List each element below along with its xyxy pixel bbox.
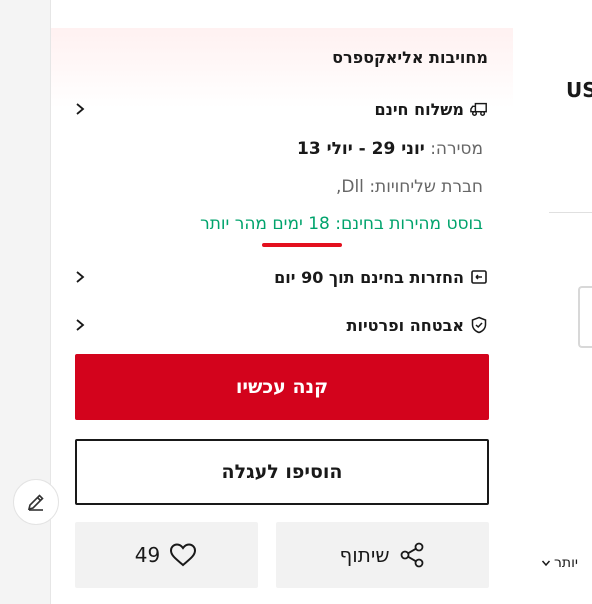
divider <box>549 212 592 213</box>
carrier-value: Dll, <box>335 177 364 197</box>
edit-button[interactable] <box>13 479 59 525</box>
wishlist-button[interactable]: 49 <box>75 522 258 588</box>
delivery-line: מסירה: יוני 29 - יולי 13 <box>297 139 483 159</box>
show-more-label: יותר <box>554 555 579 571</box>
free-shipping-row[interactable]: משלוח חינם <box>74 96 488 122</box>
heart-icon <box>168 542 198 568</box>
buy-now-button[interactable]: קנה עכשיו <box>75 354 489 420</box>
add-to-cart-button[interactable]: הוסיפו לעגלה <box>75 439 489 505</box>
carrier-label: חברת שליחויות: <box>369 177 483 197</box>
commitment-title: מחויבות אליאקספרס <box>332 48 488 67</box>
boost-underline <box>262 243 342 247</box>
speed-boost-text: בוסט מהירות בחינם: 18 ימים מהר יותר <box>200 214 483 234</box>
quantity-input[interactable] <box>578 286 592 348</box>
truck-icon <box>470 100 488 118</box>
share-label: שיתוף <box>339 543 390 567</box>
free-returns-label: החזרות בחינם תוך 90 יום <box>274 267 464 287</box>
share-icon <box>398 541 426 569</box>
chevron-right-icon[interactable] <box>74 100 86 118</box>
carrier-line: חברת שליחויות: Dll, <box>336 177 483 197</box>
currency-text: US <box>566 78 592 102</box>
share-button[interactable]: שיתוף <box>276 522 489 588</box>
chevron-right-icon[interactable] <box>74 268 86 286</box>
show-more-link[interactable]: יותר <box>541 555 578 571</box>
pencil-icon <box>25 491 47 513</box>
security-privacy-row[interactable]: אבטחה ופרטיות <box>74 312 488 338</box>
free-returns-row[interactable]: החזרות בחינם תוך 90 יום <box>74 264 488 290</box>
security-privacy-label: אבטחה ופרטיות <box>346 315 464 335</box>
wishlist-count: 49 <box>134 543 161 567</box>
free-shipping-label: משלוח חינם <box>374 99 464 119</box>
chevron-right-icon[interactable] <box>74 316 86 334</box>
product-commitment-card: מחויבות אליאקספרס משלוח חינם מסירה: יוני… <box>50 0 514 604</box>
shield-check-icon <box>470 316 488 334</box>
return-box-icon <box>470 268 488 286</box>
delivery-dates: יוני 29 - יולי 13 <box>297 139 425 159</box>
chevron-down-icon <box>541 558 551 568</box>
delivery-label: מסירה: <box>430 139 483 159</box>
